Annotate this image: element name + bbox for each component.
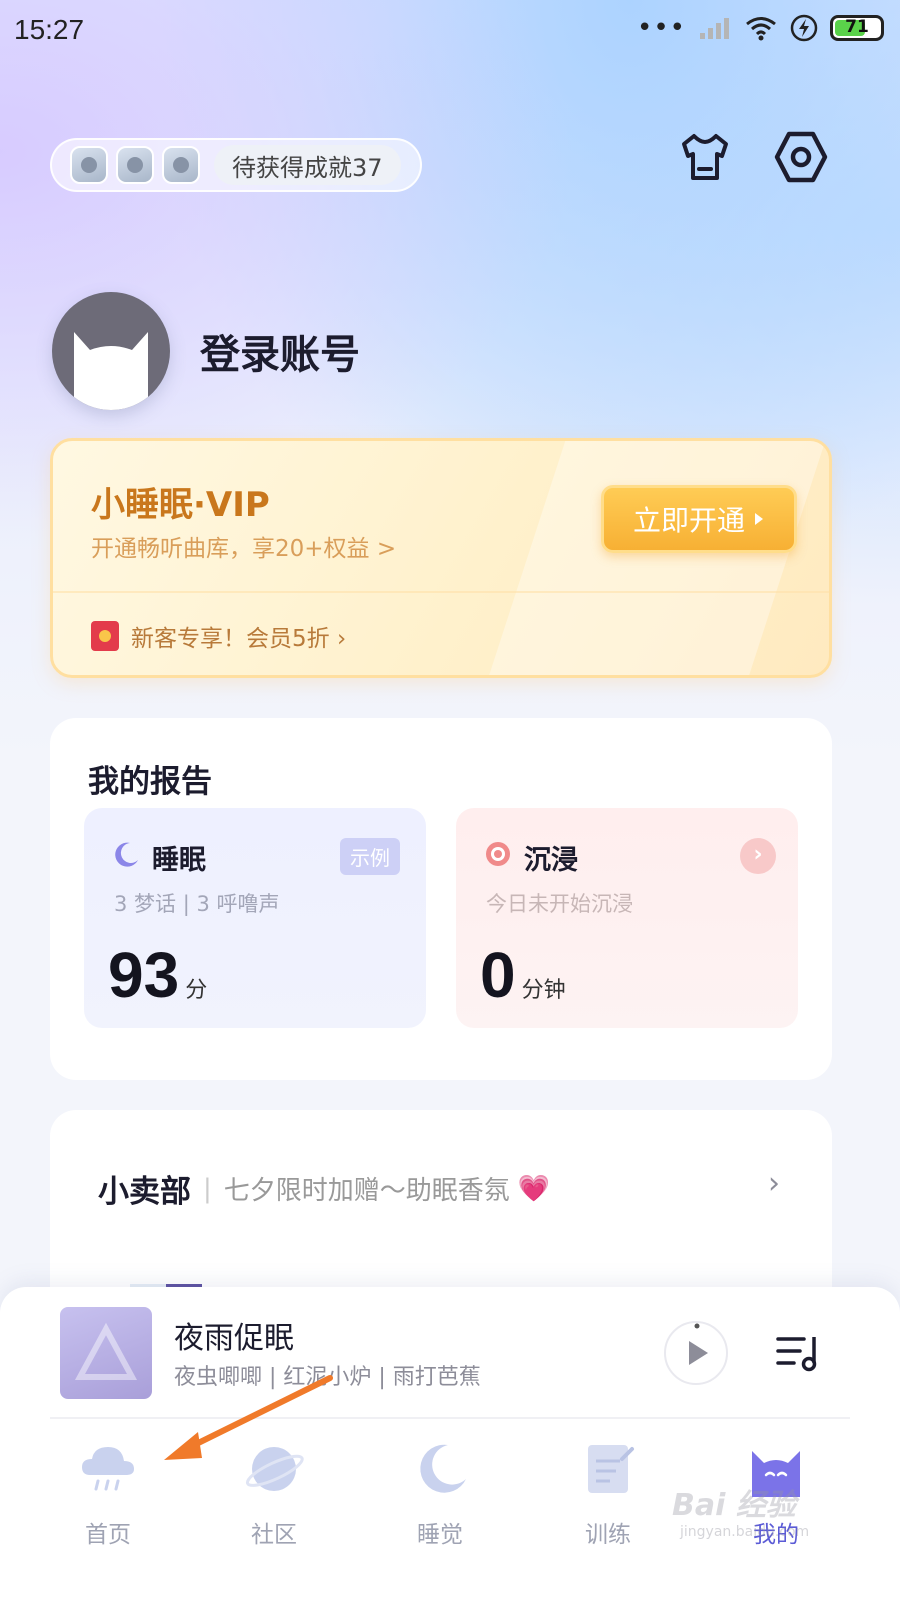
- achievement-badge-icon: [70, 146, 108, 184]
- achievements-pill[interactable]: 待获得成就37: [50, 138, 422, 192]
- mini-player: 夜雨促眠 夜虫唧唧 | 红泥小炉 | 雨打芭蕉 首页 社区 睡觉 训练 我的: [0, 1287, 900, 1600]
- track-subtitle: 夜虫唧唧 | 红泥小炉 | 雨打芭蕉: [174, 1365, 481, 1390]
- status-bar: 15:27 ••• 71: [0, 0, 900, 60]
- vip-card[interactable]: 小睡眠·VIP 开通畅听曲库，享20+权益 > 立即开通 新客专享！会员5折 ›: [50, 438, 832, 678]
- immerse-minutes-value: 0: [480, 939, 516, 1011]
- vip-title: 小睡眠·VIP: [91, 485, 270, 525]
- sleep-subtitle: 3 梦话 | 3 呼噜声: [114, 892, 280, 916]
- sleep-score-unit: 分: [185, 977, 208, 1002]
- cat-avatar-icon: [74, 332, 148, 410]
- tab-training[interactable]: 训练: [548, 1427, 668, 1557]
- caret-right-icon: [755, 513, 763, 525]
- report-title: 我的报告: [88, 764, 212, 800]
- shop-title: 小卖部: [98, 1174, 191, 1210]
- immerse-subtitle: 今日未开始沉浸: [486, 892, 633, 916]
- triangle-logo-icon: [74, 1322, 138, 1380]
- play-icon: [689, 1323, 708, 1365]
- cellular-signal-icon: [700, 18, 729, 39]
- notepad-icon: [588, 1445, 634, 1493]
- achievement-badge-icon: [116, 146, 154, 184]
- vip-divider: [53, 591, 829, 593]
- settings-icon[interactable]: [772, 128, 830, 186]
- vip-subtitle[interactable]: 开通畅听曲库，享20+权益 >: [91, 529, 396, 563]
- immerse-report-card[interactable]: 沉浸 › 今日未开始沉浸 0 分钟: [456, 808, 798, 1028]
- immerse-title: 沉浸: [524, 845, 578, 876]
- battery-icon: 71: [830, 15, 884, 41]
- immerse-minutes: 0 分钟: [480, 938, 566, 1012]
- charging-icon: [790, 14, 818, 42]
- shop-chevron-icon[interactable]: ›: [768, 1166, 780, 1201]
- example-tag: 示例: [340, 838, 400, 875]
- track-cover[interactable]: [60, 1307, 152, 1399]
- player-divider: [50, 1417, 850, 1419]
- battery-percent: 71: [845, 17, 869, 37]
- achievements-label: 待获得成就37: [214, 145, 401, 185]
- status-icons: ••• 71: [637, 14, 884, 42]
- heart-icon: 💗: [517, 1173, 551, 1204]
- vip-open-button[interactable]: 立即开通: [601, 485, 797, 553]
- watermark-url: jingyan.baidu.com: [680, 1524, 810, 1540]
- playlist-icon[interactable]: [776, 1333, 822, 1373]
- moon-icon: [420, 1444, 466, 1493]
- vip-open-button-label: 立即开通: [632, 504, 745, 537]
- login-account-link[interactable]: 登录账号: [200, 322, 360, 380]
- tab-community[interactable]: 社区: [214, 1427, 334, 1557]
- planet-icon: [245, 1447, 304, 1491]
- moon-icon: [115, 842, 138, 867]
- red-envelope-icon: [91, 621, 119, 651]
- avatar[interactable]: [52, 292, 170, 410]
- sleep-score: 93 分: [108, 938, 207, 1012]
- shop-header: 小卖部 | 七夕限时加赠～助眠香氛 💗: [98, 1166, 550, 1211]
- wifi-icon: [746, 17, 776, 41]
- tab-label: 首页: [85, 1522, 131, 1548]
- track-title[interactable]: 夜雨促眠: [174, 1313, 294, 1357]
- shirt-icon[interactable]: [676, 128, 734, 186]
- sleep-title: 睡眠: [152, 845, 206, 876]
- watermark-logo: Bai 经验: [672, 1488, 796, 1523]
- sleep-report-card[interactable]: 睡眠 示例 3 梦话 | 3 呼噜声 93 分: [84, 808, 426, 1028]
- shop-separator: |: [203, 1173, 212, 1204]
- tab-label: 睡觉: [417, 1522, 463, 1548]
- achievement-badge-icon: [162, 146, 200, 184]
- tab-label: 训练: [585, 1522, 631, 1548]
- sleep-score-value: 93: [108, 939, 180, 1011]
- report-card: 我的报告 睡眠 示例 3 梦话 | 3 呼噜声 93 分 沉浸 › 今日未开始沉浸…: [50, 718, 832, 1080]
- chevron-right-icon[interactable]: ›: [740, 838, 776, 874]
- more-dots: •••: [636, 13, 686, 43]
- vip-promo-link[interactable]: 新客专享！会员5折 ›: [91, 619, 346, 653]
- immerse-minutes-unit: 分钟: [521, 977, 566, 1002]
- cloud-rain-icon: [82, 1447, 134, 1491]
- status-time: 15:27: [14, 14, 85, 45]
- play-button[interactable]: [664, 1321, 728, 1385]
- target-icon: [486, 842, 510, 866]
- vip-promo-label: 新客专享！会员5折 ›: [131, 626, 347, 652]
- tab-home[interactable]: 首页: [48, 1427, 168, 1557]
- tab-sleep[interactable]: 睡觉: [380, 1427, 500, 1557]
- shop-subtitle: 七夕限时加赠～助眠香氛: [223, 1176, 510, 1206]
- tab-label: 社区: [251, 1522, 297, 1548]
